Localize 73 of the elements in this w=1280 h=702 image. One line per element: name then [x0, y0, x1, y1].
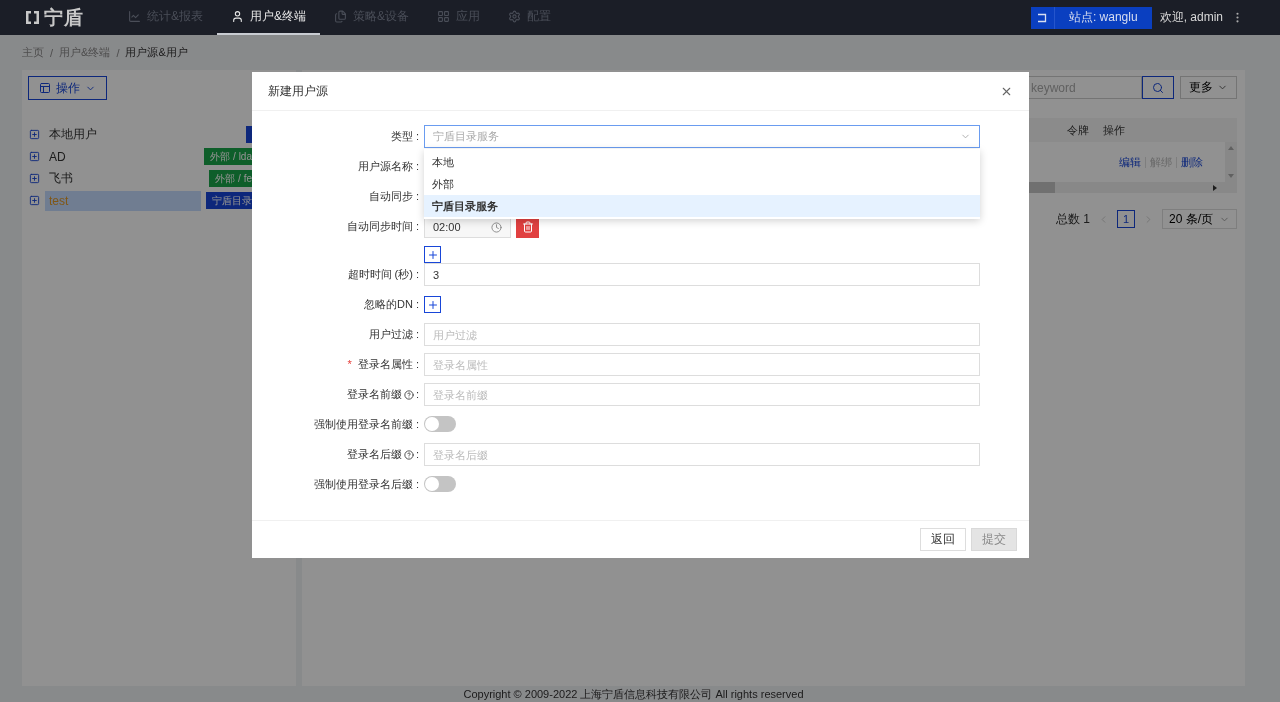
field-label: 强制使用登录名后缀 :	[312, 477, 420, 492]
field-label: 登录名后缀 :	[345, 447, 420, 462]
input-field[interactable]: 登录名前缀	[424, 383, 980, 406]
expand-icon[interactable]	[29, 129, 40, 140]
panel-icon	[39, 82, 51, 94]
add-button[interactable]	[424, 246, 441, 263]
search-icon	[1152, 81, 1164, 94]
page-button[interactable]: 1	[1117, 210, 1135, 228]
tree-item[interactable]: 本地用户	[45, 124, 241, 145]
column-header: 令牌	[1067, 122, 1089, 138]
field-label: 自动同步时间 :	[345, 219, 420, 234]
logo-icon	[24, 9, 41, 26]
tree-item[interactable]: AD	[45, 146, 200, 167]
breadcrumb-separator: /	[50, 46, 54, 59]
nav-icon	[231, 10, 244, 23]
toggle-switch[interactable]	[424, 476, 456, 492]
back-button[interactable]: 返回	[920, 528, 966, 551]
field-label: * 登录名属性 :	[252, 353, 424, 376]
field-label: 用户源名称 :	[356, 159, 420, 174]
nav-icon	[437, 10, 451, 23]
field-label: 自动同步 :	[367, 189, 420, 204]
breadcrumb-item: 用户源&用户	[125, 45, 188, 60]
input-field[interactable]: 用户过滤	[424, 323, 980, 346]
type-tag: 外部 / lda	[204, 148, 252, 165]
plus-icon	[426, 298, 439, 311]
field-label: 登录名前缀 :	[345, 387, 420, 402]
breadcrumb-item[interactable]: 主页	[22, 45, 44, 60]
expand-icon[interactable]	[29, 173, 40, 184]
row-action-link[interactable]: 编辑	[1119, 154, 1141, 170]
field-label: 超时时间 (秒) :	[346, 267, 420, 282]
trash-icon	[521, 220, 534, 233]
dropdown-option[interactable]: 本地	[424, 151, 980, 173]
field-label: 忽略的DN :	[363, 297, 420, 312]
search-button[interactable]	[1142, 76, 1174, 99]
add-button[interactable]	[424, 296, 441, 313]
plus-icon	[426, 248, 439, 261]
bracket-icon	[1037, 12, 1048, 23]
clock-icon	[491, 222, 502, 233]
actions-button[interactable]: 操作	[28, 76, 107, 100]
help-icon[interactable]	[403, 449, 414, 460]
help-icon[interactable]	[403, 389, 414, 400]
horizontal-scrollbar[interactable]	[1029, 182, 1237, 193]
dropdown-option[interactable]: 外部	[424, 173, 980, 195]
dropdown-option[interactable]: 宁盾目录服务	[424, 195, 980, 217]
more-button[interactable]: 更多	[1180, 76, 1237, 99]
input-field[interactable]: 3	[424, 263, 980, 286]
nav-icon	[128, 10, 141, 23]
required-mark: *	[347, 357, 352, 372]
field-label: 类型 :	[389, 129, 420, 144]
scroll-right-icon[interactable]	[1213, 184, 1217, 191]
logo: 宁盾	[24, 0, 84, 35]
field-label: 强制使用登录名前缀 :	[312, 417, 420, 432]
dialog-title: 新建用户源	[268, 82, 328, 100]
row-action-link[interactable]: 删除	[1181, 154, 1203, 170]
type-tag: 外部 / fe	[209, 170, 252, 187]
total-count: 总数 1	[1055, 210, 1090, 228]
nav-icon	[334, 10, 348, 23]
field-label: 用户过滤 :	[367, 327, 420, 342]
welcome-text: 欢迎, admin	[1159, 9, 1223, 26]
column-header: 操作	[1103, 122, 1125, 138]
type-tag: 宁盾目录	[206, 192, 252, 209]
page-size-select[interactable]: 20 条/页	[1162, 209, 1237, 229]
expand-icon[interactable]	[29, 151, 40, 162]
scroll-thumb[interactable]	[1029, 182, 1055, 193]
copyright-text: Copyright © 2009-2022 上海宁盾信息科技有限公司 All rights reserved	[462, 687, 805, 702]
toggle-switch[interactable]	[424, 416, 456, 432]
type-select[interactable]: 宁盾目录服务	[424, 125, 980, 148]
nav-icon	[508, 10, 522, 23]
breadcrumb-separator: /	[116, 46, 120, 59]
expand-icon[interactable]	[29, 195, 40, 206]
type-tag	[246, 126, 252, 143]
input-field[interactable]: 登录名后缀	[424, 443, 980, 466]
tree-item[interactable]: 飞书	[45, 168, 205, 189]
